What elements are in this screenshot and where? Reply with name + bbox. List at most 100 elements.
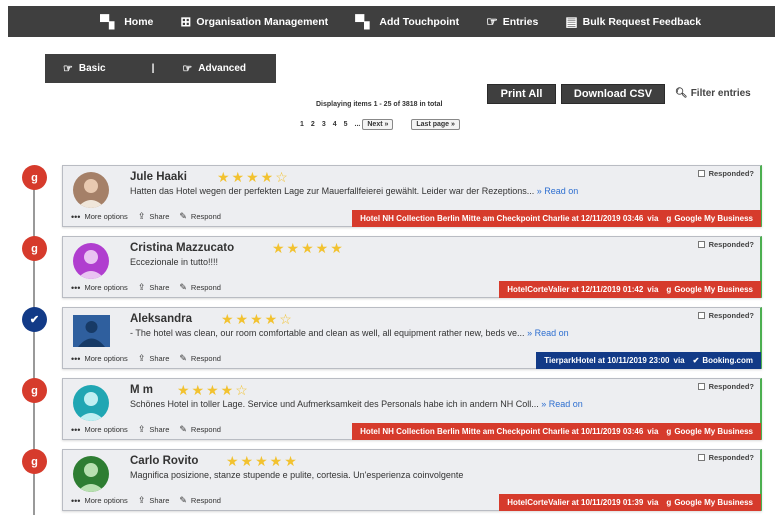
- share-button[interactable]: ⇪ Share: [138, 424, 170, 435]
- respond-label: Respond: [190, 425, 221, 434]
- nav-entries[interactable]: ☞ Entries: [486, 15, 538, 28]
- page-ellipsis: ...: [354, 121, 361, 128]
- share-label: Share: [149, 283, 170, 292]
- avatar: [73, 456, 109, 492]
- more-options-label: More options: [84, 354, 128, 363]
- mode-switcher: ☞ Basic | ☞ Advanced: [45, 54, 276, 83]
- review-text-body: - The hotel was clean, our room comforta…: [130, 328, 525, 338]
- source-text: HotelCorteValier at 12/11/2019 01:42: [507, 285, 644, 294]
- page-link[interactable]: 5: [344, 121, 348, 128]
- more-options-button[interactable]: ••• More options: [71, 212, 128, 222]
- source-badge[interactable]: HotelCorteValier at 10/11/2019 01:39 via g…: [499, 494, 761, 511]
- respond-label: Respond: [190, 212, 221, 221]
- responded-label: Responded?: [708, 453, 754, 462]
- more-options-label: More options: [84, 496, 128, 505]
- rating-stars: ★★★★☆: [221, 311, 294, 327]
- review-text-body: Hatten das Hotel wegen der perfekten Lag…: [130, 186, 535, 196]
- responded-checkbox[interactable]: Responded?: [697, 453, 754, 462]
- checkbox[interactable]: [697, 241, 705, 248]
- share-button[interactable]: ⇪ Share: [138, 495, 170, 506]
- review-text: Magnifica posizione, stanze stupende e p…: [130, 470, 463, 480]
- source-text: HotelCorteValier at 10/11/2019 01:39: [507, 498, 644, 507]
- platform-name: Google My Business: [674, 427, 753, 436]
- print-all-button[interactable]: Print All: [487, 84, 556, 104]
- responded-checkbox[interactable]: Responded?: [697, 240, 754, 249]
- source-badge[interactable]: Hotel NH Collection Berlin Mitte am Chec…: [352, 210, 761, 227]
- share-label: Share: [149, 425, 170, 434]
- pagination: 1 2 3 4 5 ... Next » Last page »: [300, 119, 478, 130]
- google-icon: g: [31, 455, 38, 468]
- check-icon: ✔: [29, 314, 40, 326]
- review-text: Hatten das Hotel wegen der perfekten Lag…: [130, 186, 578, 196]
- mode-advanced-label: Advanced: [198, 63, 247, 74]
- next-page-button[interactable]: Next »: [362, 119, 394, 130]
- more-options-button[interactable]: ••• More options: [71, 425, 128, 435]
- source-badge[interactable]: HotelCorteValier at 12/11/2019 01:42 via g…: [499, 281, 761, 298]
- respond-button[interactable]: ✎ Respond: [179, 424, 221, 435]
- entry-actions: ••• More options ⇪ Share ✎ Respond: [71, 211, 231, 222]
- respond-label: Respond: [190, 354, 221, 363]
- source-badge[interactable]: Hotel NH Collection Berlin Mitte am Chec…: [352, 423, 761, 440]
- nav-organisation-management[interactable]: ⊞ Organisation Management: [180, 15, 328, 28]
- more-options-button[interactable]: ••• More options: [71, 496, 128, 506]
- nav-home[interactable]: ▀▖ Home: [100, 15, 153, 28]
- respond-button[interactable]: ✎ Respond: [179, 282, 221, 293]
- share-button[interactable]: ⇪ Share: [138, 282, 170, 293]
- via-label: via: [647, 498, 659, 507]
- share-button[interactable]: ⇪ Share: [138, 211, 170, 222]
- mode-basic[interactable]: ☞ Basic: [63, 62, 106, 75]
- display-count: Displaying items 1 - 25 of 3818 in total: [316, 101, 443, 108]
- nav-entries-label: Entries: [502, 15, 539, 28]
- share-label: Share: [149, 496, 170, 505]
- platform-name: Google My Business: [674, 285, 753, 294]
- google-icon: g: [666, 214, 672, 223]
- google-icon: g: [666, 285, 672, 294]
- entry-card: Aleksandra ★★★★☆ - The hotel was clean, …: [62, 307, 762, 369]
- source-badge[interactable]: TierparkHotel at 10/11/2019 23:00 via ✔ Boo…: [536, 352, 761, 369]
- responded-label: Responded?: [708, 311, 754, 320]
- entry-marker-google: g: [22, 236, 47, 261]
- check-icon: ✔: [692, 356, 700, 365]
- download-csv-button[interactable]: Download CSV: [561, 84, 665, 104]
- share-icon: ⇪: [137, 353, 146, 363]
- checkbox[interactable]: [697, 312, 705, 319]
- checkbox[interactable]: [697, 383, 705, 390]
- pencil-icon: ✎: [179, 424, 187, 434]
- more-options-button[interactable]: ••• More options: [71, 354, 128, 364]
- checkbox[interactable]: [697, 170, 705, 177]
- entry-card: Carlo Rovito ★★★★★ Magnifica posizione, …: [62, 449, 762, 511]
- respond-button[interactable]: ✎ Respond: [179, 353, 221, 364]
- filter-entries-link[interactable]: 🔍︎ Filter entries: [675, 88, 751, 99]
- share-button[interactable]: ⇪ Share: [138, 353, 170, 364]
- responded-checkbox[interactable]: Responded?: [697, 311, 754, 320]
- rating-stars: ★★★★☆: [177, 382, 250, 398]
- google-icon: g: [31, 242, 38, 255]
- page-link[interactable]: 4: [333, 121, 337, 128]
- avatar: [73, 243, 109, 279]
- respond-button[interactable]: ✎ Respond: [179, 495, 221, 506]
- read-on-link[interactable]: » Read on: [537, 186, 579, 196]
- entry-card: Cristina Mazzucato ★★★★★ Eccezionale in …: [62, 236, 762, 298]
- responded-checkbox[interactable]: Responded?: [697, 382, 754, 391]
- read-on-link[interactable]: » Read on: [541, 399, 583, 409]
- responded-checkbox[interactable]: Responded?: [697, 169, 754, 178]
- nav-feedback-label: Bulk Request Feedback: [582, 15, 702, 28]
- respond-button[interactable]: ✎ Respond: [179, 211, 221, 222]
- platform-name: Google My Business: [674, 498, 753, 507]
- mode-advanced[interactable]: ☞ Advanced: [182, 62, 246, 75]
- review-text-body: Eccezionale in tutto!!!!: [130, 257, 219, 267]
- page-link[interactable]: 2: [311, 121, 315, 128]
- page-link[interactable]: 1: [300, 121, 304, 128]
- platform-name: Booking.com: [702, 356, 753, 365]
- page-link[interactable]: 3: [322, 121, 326, 128]
- nav-bulk-request-feedback[interactable]: ▤ Bulk Request Feedback: [565, 15, 701, 28]
- platform-name: Google My Business: [674, 214, 753, 223]
- more-options-button[interactable]: ••• More options: [71, 283, 128, 293]
- respond-label: Respond: [190, 496, 221, 505]
- checkbox[interactable]: [697, 454, 705, 461]
- entries-icon: ☞: [486, 14, 498, 29]
- read-on-link[interactable]: » Read on: [527, 328, 569, 338]
- nav-add-touchpoint[interactable]: ▀▖ Add Touchpoint: [355, 15, 459, 28]
- last-page-button[interactable]: Last page »: [411, 119, 460, 130]
- share-icon: ⇪: [137, 211, 146, 221]
